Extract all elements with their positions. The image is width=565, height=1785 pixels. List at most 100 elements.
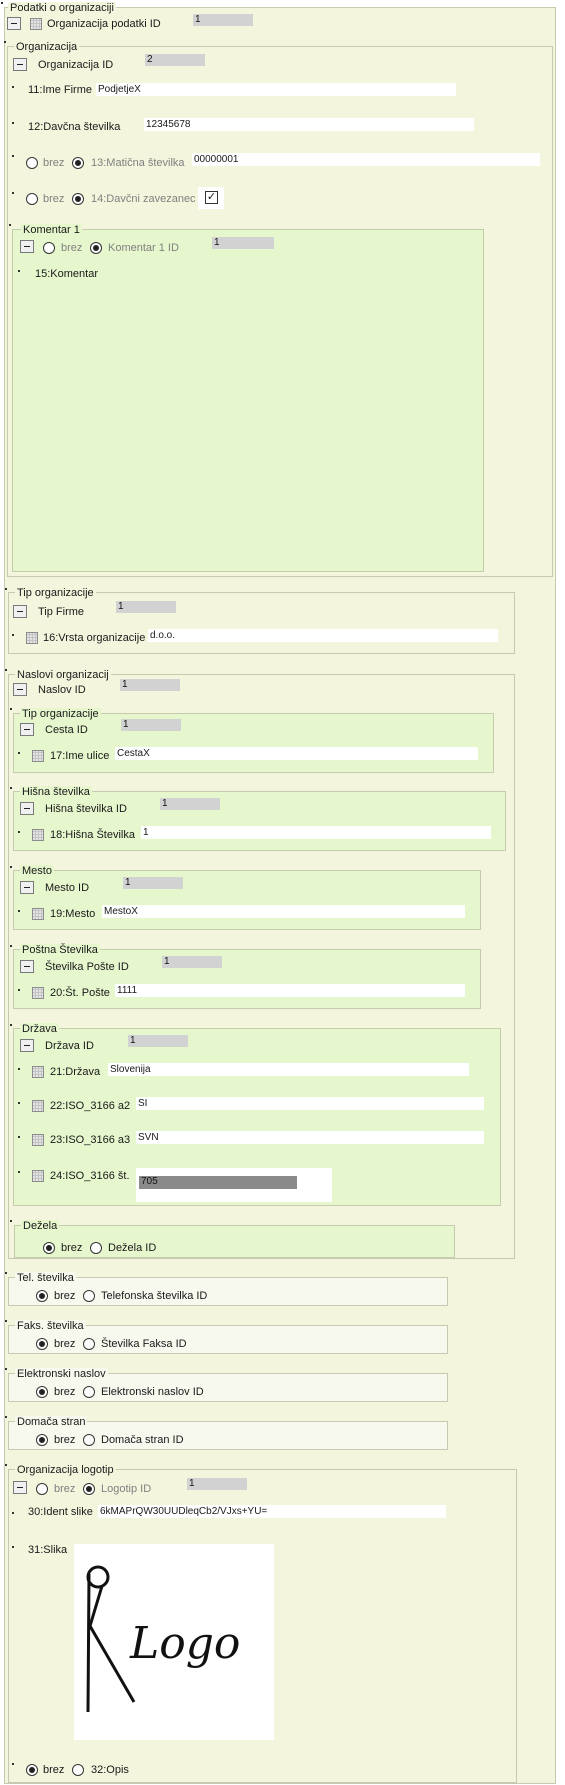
brez-radio[interactable] — [36, 1290, 48, 1302]
bullet — [12, 192, 14, 194]
organizacija-id-field[interactable]: 2 — [145, 54, 205, 66]
drzava-input[interactable]: Slovenija — [108, 1063, 469, 1076]
collapse-button[interactable] — [20, 881, 34, 894]
bullet — [10, 945, 12, 947]
iso-a3-input[interactable]: SVN — [136, 1131, 484, 1144]
brez-label: brez — [61, 1242, 83, 1254]
zavezanec-checkbox[interactable]: ✓ — [205, 191, 218, 204]
cesta-id-label: Cesta ID — [45, 724, 88, 736]
collapse-button[interactable] — [20, 802, 34, 815]
email-id-radio[interactable] — [83, 1386, 95, 1398]
collapse-button[interactable] — [20, 723, 34, 736]
collapse-button[interactable] — [13, 58, 27, 71]
posta-input[interactable]: 1111 — [115, 984, 465, 997]
bullet — [10, 787, 12, 789]
email-legend: Elektronski naslov — [15, 1368, 108, 1380]
brez-label: brez — [54, 1338, 76, 1350]
collapse-button[interactable] — [20, 1039, 34, 1052]
hisna-id-label: Hišna številka ID — [45, 803, 127, 815]
logotip-id-field[interactable]: 1 — [187, 1478, 247, 1490]
ident-input[interactable]: 6kMAPrQW30UUDleqCb2/VJxs+YU= — [98, 1505, 446, 1518]
collapse-button[interactable] — [13, 1481, 27, 1494]
grid-icon — [26, 632, 38, 644]
collapse-button[interactable] — [20, 240, 34, 253]
brez-radio[interactable] — [36, 1338, 48, 1350]
davcna-label: 12:Davčna številka — [28, 121, 121, 133]
brez-label: brez — [43, 193, 65, 205]
grid-icon — [32, 1170, 44, 1182]
tip-firme-label: Tip Firme — [38, 606, 85, 618]
bullet — [5, 1368, 7, 1370]
iso-a2-input[interactable]: SI — [136, 1097, 484, 1110]
naslov-id-label: Naslov ID — [38, 684, 86, 696]
domaca-legend: Domača stran — [15, 1416, 88, 1428]
bullet — [5, 1464, 7, 1466]
dezela-id-label: Dežela ID — [108, 1242, 157, 1254]
brez-label: brez — [54, 1290, 76, 1302]
collapse-button[interactable] — [13, 605, 27, 618]
bullet — [10, 1024, 12, 1026]
mesto-input[interactable]: MestoX — [102, 905, 465, 918]
cesta-id-field[interactable]: 1 — [121, 719, 181, 731]
iso-st-input[interactable]: 705 — [139, 1176, 297, 1189]
ulica-label: 17:Ime ulice — [50, 750, 110, 762]
faks-id-radio[interactable] — [83, 1338, 95, 1350]
root-legend: Podatki o organizaciji — [8, 2, 116, 14]
vrsta-label: 16:Vrsta organizacije — [43, 632, 146, 644]
opis-brez-label: brez — [43, 1764, 65, 1776]
komentar-id-radio[interactable] — [90, 242, 102, 254]
mesto-id-field[interactable]: 1 — [123, 877, 183, 889]
ime-firme-input[interactable]: PodjetjeX — [96, 83, 456, 96]
bullet — [1, 2, 3, 4]
grid-icon — [32, 1134, 44, 1146]
bullet — [10, 708, 12, 710]
brez-radio[interactable] — [26, 1764, 38, 1776]
root-id-field[interactable]: 1 — [193, 14, 253, 26]
dezela-id-radio[interactable] — [90, 1242, 102, 1254]
brez-radio[interactable] — [36, 1386, 48, 1398]
brez-radio[interactable] — [26, 193, 38, 205]
posta-group: Poštna Številka — [13, 944, 481, 1009]
iso-a3-label: 23:ISO_3166 a3 — [50, 1134, 131, 1146]
drzava-id-label: Država ID — [45, 1040, 94, 1052]
opis-radio[interactable] — [72, 1764, 84, 1776]
davcna-input[interactable]: 12345678 — [144, 118, 474, 131]
posta-field-label: 20:Št. Pošte — [50, 987, 110, 999]
grid-icon — [32, 908, 44, 920]
tel-id-radio[interactable] — [83, 1290, 95, 1302]
bullet — [18, 1102, 20, 1104]
domaca-id-label: Domača stran ID — [101, 1434, 184, 1446]
logotip-legend: Organizacija logotip — [15, 1464, 116, 1476]
brez-radio[interactable] — [43, 1242, 55, 1254]
naslov-id-field[interactable]: 1 — [120, 679, 180, 691]
brez-radio[interactable] — [43, 242, 55, 254]
brez-radio[interactable] — [36, 1434, 48, 1446]
posta-id-field[interactable]: 1 — [162, 956, 222, 968]
brez-radio[interactable] — [26, 157, 38, 169]
zavezanec-radio[interactable] — [72, 193, 84, 205]
hisna-id-field[interactable]: 1 — [160, 798, 220, 810]
collapse-button[interactable] — [7, 17, 21, 30]
vrsta-input[interactable]: d.o.o. — [148, 629, 498, 642]
drzava-id-field[interactable]: 1 — [128, 1035, 188, 1047]
brez-label: brez — [54, 1483, 76, 1495]
hisna-st-input[interactable]: 1 — [141, 826, 491, 839]
logotip-id-radio[interactable] — [83, 1483, 95, 1495]
komentar-id-label: Komentar 1 ID — [108, 242, 179, 254]
hisna-legend: Hišna številka — [20, 786, 92, 798]
komentar-id-field[interactable]: 1 — [212, 237, 274, 249]
grid-icon — [32, 1100, 44, 1112]
bullet — [9, 224, 11, 226]
ime-firme-label: 11:Ime Firme — [28, 84, 92, 96]
brez-radio[interactable] — [36, 1483, 48, 1495]
root-id-label: Organizacija podatki ID — [47, 18, 161, 30]
drzava-label: 21:Država — [50, 1066, 101, 1078]
maticna-input[interactable]: 00000001 — [192, 153, 540, 166]
maticna-radio[interactable] — [72, 157, 84, 169]
grid-icon — [32, 829, 44, 841]
collapse-button[interactable] — [13, 683, 27, 696]
domaca-id-radio[interactable] — [83, 1434, 95, 1446]
collapse-button[interactable] — [20, 960, 34, 973]
tip-firme-field[interactable]: 1 — [116, 601, 176, 613]
ulica-input[interactable]: CestaX — [115, 747, 478, 760]
